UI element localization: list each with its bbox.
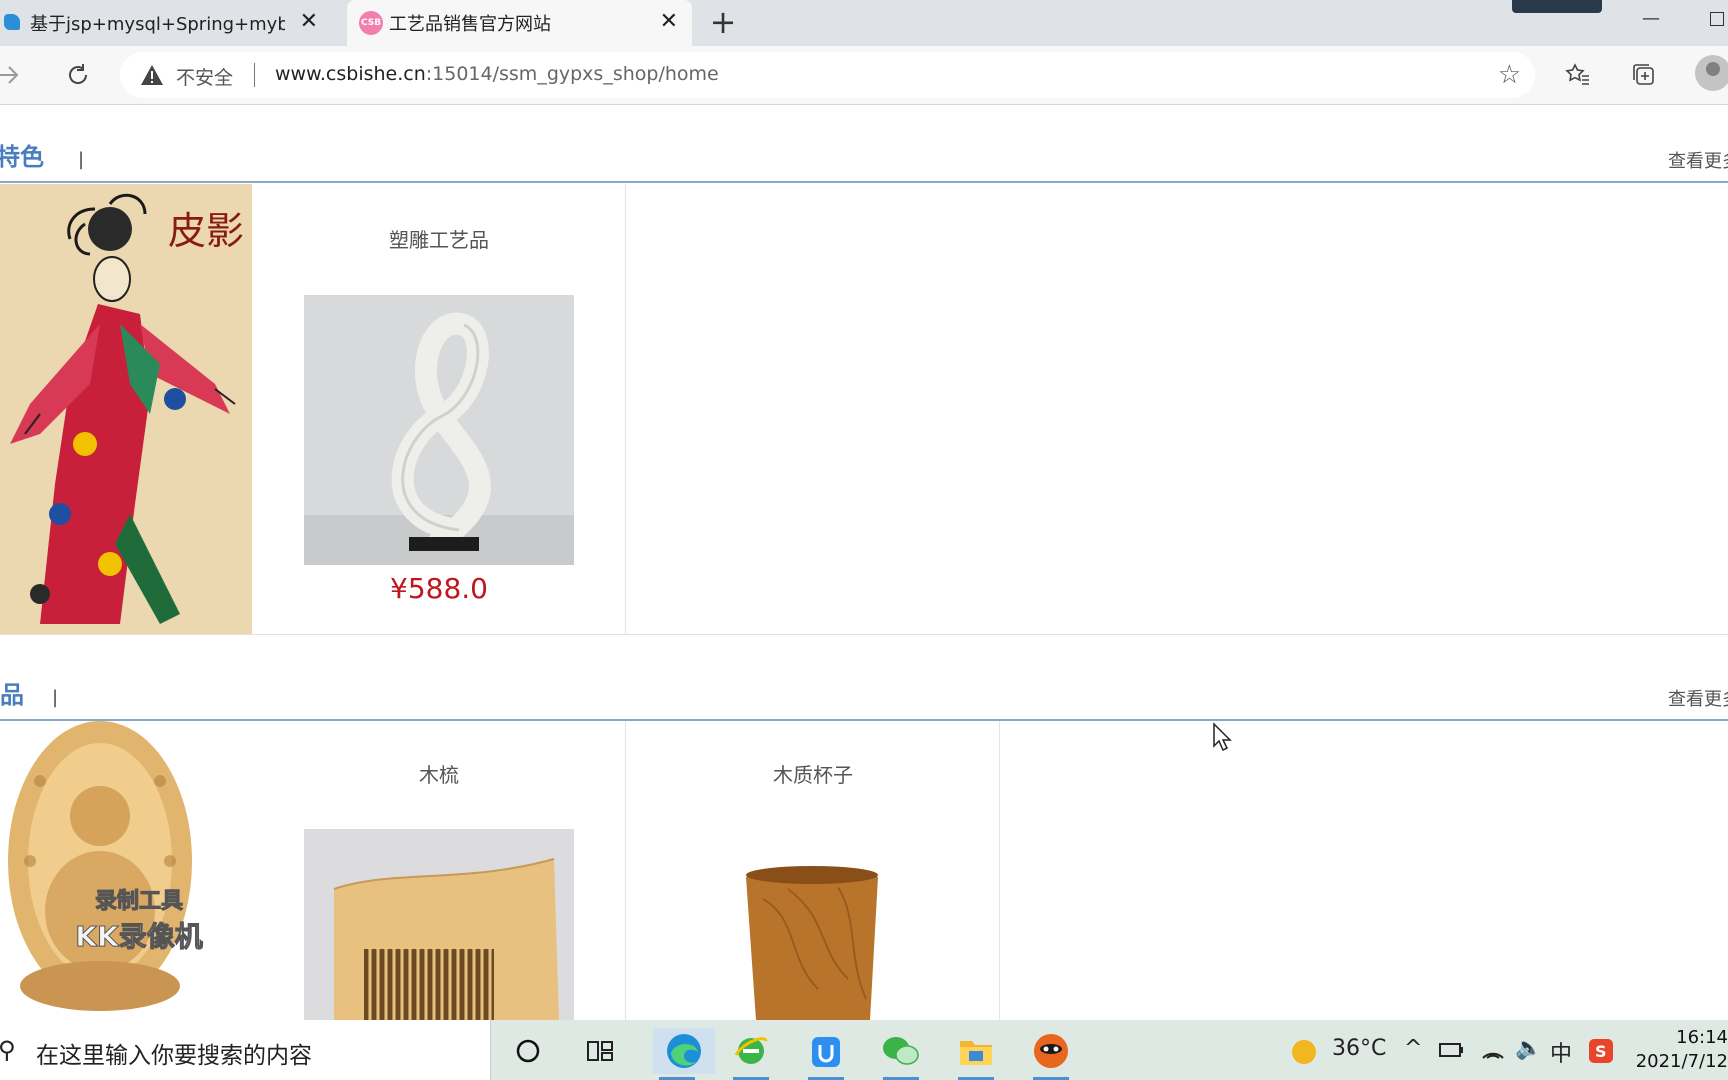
file-explorer-icon[interactable]	[952, 1028, 1000, 1080]
edge-browser-icon[interactable]	[653, 1028, 715, 1080]
recorder-app-icon[interactable]	[1027, 1028, 1075, 1080]
internet-explorer-icon[interactable]	[727, 1028, 775, 1080]
page-content: 特色 | 查看更多 皮影 塑雕工艺品	[0, 105, 1728, 1020]
section-divider: |	[52, 687, 59, 708]
tab-close-icon[interactable]: ✕	[300, 11, 318, 33]
tab-strip: 基于jsp+mysql+Spring+mybatis的 ✕ CSB 工艺品销售官…	[0, 0, 1728, 46]
chevron-up-icon[interactable]: ^	[1404, 1036, 1422, 1061]
restore-button[interactable]	[1710, 12, 1724, 26]
watermark-line2: KK录像机	[75, 920, 203, 954]
address-separator	[254, 63, 255, 87]
collections-icon[interactable]	[1628, 59, 1660, 91]
product-name[interactable]: 木梳	[252, 759, 626, 788]
weather-temperature[interactable]: 36°C	[1332, 1036, 1386, 1061]
windows-taskbar: ⚲ 在这里输入你要搜索的内容 36°C ^ 🔈 中 S 16:14 2021/7…	[0, 1020, 1728, 1080]
search-placeholder: 在这里输入你要搜索的内容	[36, 1043, 312, 1069]
clock-time: 16:14	[1676, 1027, 1728, 1048]
row-divider	[0, 634, 1728, 635]
csb-favicon-icon: CSB	[359, 11, 383, 35]
product-name[interactable]: 木质杯子	[626, 759, 1000, 788]
wifi-icon[interactable]	[1480, 1038, 1506, 1062]
url-host: www.csbishe.cn	[275, 63, 426, 85]
add-favorite-icon[interactable]: ☆	[1498, 60, 1521, 90]
docker-favicon-icon	[4, 14, 20, 30]
product-image[interactable]	[304, 295, 574, 565]
tab-close-icon[interactable]: ✕	[660, 11, 678, 33]
browser-toolbar: 不安全 www.csbishe.cn:15014/ssm_gypxs_shop/…	[0, 46, 1728, 105]
tab-craft-shop[interactable]: CSB 工艺品销售官方网站 ✕	[347, 0, 692, 46]
shadow-puppet-banner[interactable]: 皮影	[0, 184, 252, 634]
section-divider: |	[78, 149, 85, 170]
task-view-icon[interactable]	[576, 1028, 624, 1074]
recorder-toolbar[interactable]	[1512, 0, 1602, 13]
volume-icon[interactable]: 🔈	[1515, 1036, 1542, 1061]
product-image[interactable]	[678, 829, 948, 1020]
view-more-link[interactable]: 查看更多	[1668, 685, 1728, 711]
watermark-line1: 录制工具	[94, 889, 183, 915]
section-header-featured: 特色 | 查看更多	[0, 105, 1728, 183]
tab-title: 工艺品销售官方网站	[389, 14, 551, 35]
battery-icon[interactable]	[1438, 1038, 1464, 1062]
input-method-indicator[interactable]: 中	[1550, 1036, 1572, 1068]
product-price: ¥588.0	[390, 572, 488, 605]
reload-icon[interactable]	[62, 59, 94, 91]
section-header-products: 品 | 查看更多	[0, 637, 1728, 721]
warning-icon	[141, 65, 163, 85]
minimize-button[interactable]: —	[1642, 8, 1660, 29]
favorites-icon[interactable]	[1562, 59, 1594, 91]
url-text: www.csbishe.cn:15014/ssm_gypxs_shop/home	[275, 63, 719, 85]
clock-date: 2021/7/12	[1635, 1051, 1728, 1072]
section-title: 品	[0, 681, 24, 709]
product-card[interactable]: 木质杯子	[626, 721, 1000, 1020]
new-tab-button[interactable]: +	[706, 6, 740, 40]
wechat-icon[interactable]	[877, 1028, 925, 1080]
weather-sun-icon	[1292, 1040, 1316, 1064]
search-icon: ⚲	[0, 1036, 16, 1064]
address-bar[interactable]: 不安全 www.csbishe.cn:15014/ssm_gypxs_shop/…	[120, 52, 1535, 98]
recorder-watermark: 录制工具 KK录像机	[64, 883, 214, 955]
banner-art-text: 皮影	[168, 209, 244, 253]
security-label: 不安全	[176, 67, 234, 89]
wood-carving-banner[interactable]: 录制工具 KK录像机	[0, 721, 252, 1020]
product-card[interactable]: 塑雕工艺品 ¥588.0	[252, 184, 626, 634]
product-name[interactable]: 塑雕工艺品	[252, 224, 626, 253]
profile-avatar[interactable]	[1695, 55, 1728, 91]
tab-title: 基于jsp+mysql+Spring+mybatis的	[30, 14, 285, 35]
svg-text:S: S	[1595, 1042, 1607, 1061]
url-path: :15014/ssm_gypxs_shop/home	[425, 63, 719, 85]
taskbar-search-box[interactable]: ⚲ 在这里输入你要搜索的内容	[0, 1020, 491, 1080]
storage-app-icon[interactable]	[802, 1028, 850, 1080]
view-more-link[interactable]: 查看更多	[1668, 147, 1728, 173]
mouse-cursor-icon	[1213, 722, 1232, 752]
system-clock[interactable]: 16:14 2021/7/12	[1630, 1026, 1728, 1074]
tab-project-docs[interactable]: 基于jsp+mysql+Spring+mybatis的 ✕	[0, 0, 332, 46]
section-title: 特色	[0, 143, 44, 171]
forward-arrow-icon[interactable]	[0, 59, 24, 91]
sogou-ime-icon[interactable]: S	[1588, 1038, 1614, 1064]
product-card[interactable]: 木梳	[252, 721, 626, 1020]
cortana-icon[interactable]	[504, 1028, 552, 1074]
product-image[interactable]	[304, 829, 574, 1020]
